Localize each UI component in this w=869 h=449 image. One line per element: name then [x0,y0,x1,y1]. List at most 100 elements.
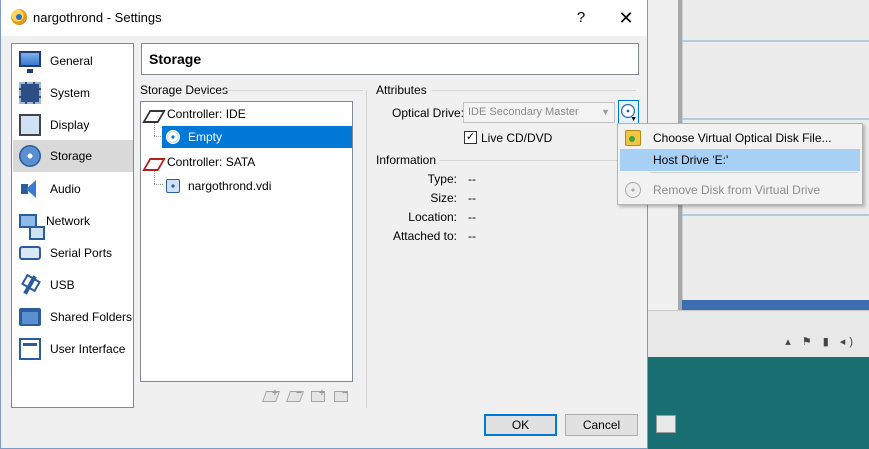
help-button[interactable]: ? [567,4,595,32]
category-label: User Interface [50,342,126,356]
category-audio[interactable]: Audio [13,173,133,205]
folder-icon [19,308,41,326]
storage-devices-label: Storage Devices [140,83,229,97]
attributes-label: Attributes [376,83,427,97]
tree-item-empty-optical[interactable]: Empty [162,126,352,148]
tree-item-hard-disk[interactable]: nargothrond.vdi [162,175,350,197]
title-bar[interactable]: nargothrond - Settings ? ✕ [1,0,647,36]
category-shared-folders[interactable]: Shared Folders [13,301,133,333]
category-network[interactable]: Network [13,205,133,240]
divider [221,90,363,91]
divider [431,90,636,91]
info-size-label: Size: [430,191,457,205]
category-usb[interactable]: USB [13,269,133,301]
category-label: Shared Folders [50,310,133,324]
information-label: Information [376,153,437,167]
remove-attachment-button[interactable]: − [334,388,350,404]
info-location-value: -- [468,210,476,224]
category-label: Network [46,214,91,228]
system-tray: ▴ ⚑ ▮ ◂) [648,310,869,357]
live-cd-label: Live CD/DVD [481,131,553,145]
info-attached-to-label: Attached to: [392,229,457,243]
page-title: Storage [149,51,202,67]
plus-glyph: + [319,388,325,399]
tree-item-label: Controller: SATA [167,155,256,169]
desktop-background [648,357,869,449]
tree-item-label: Controller: IDE [167,107,246,121]
category-label: General [50,54,93,68]
background-window-stripe [682,118,869,120]
chip-icon [19,82,41,104]
info-type-label: Type: [427,172,457,186]
tree-item-controller-sata[interactable]: Controller: SATA [145,151,350,173]
divider [366,90,367,408]
chevron-down-icon: ▼ [601,107,610,117]
menu-item-label: Remove Disk from Virtual Drive [653,183,821,197]
tree-item-controller-ide[interactable]: Controller: IDE [145,103,350,125]
background-window-stripe [682,40,869,42]
category-user-interface[interactable]: User Interface [13,333,133,365]
category-serial-ports[interactable]: Serial Ports [13,237,133,269]
ok-button[interactable]: OK [484,414,557,436]
info-type-value: -- [468,172,476,186]
status-bar-icon[interactable] [656,415,676,433]
dropdown-arrow-icon: ▼ [630,116,637,123]
info-attached-to-value: -- [468,229,476,243]
menu-icon-placeholder [625,152,641,168]
minus-glyph: − [342,388,348,399]
category-label: Serial Ports [50,246,113,260]
hard-disk-icon [166,179,180,193]
optical-disc-icon [166,130,180,144]
add-attachment-button[interactable]: + [311,388,327,404]
plus-glyph: + [272,388,278,399]
user-interface-icon [19,338,41,360]
category-label: Display [50,118,90,132]
menu-item-label: Host Drive 'E:' [653,153,729,167]
choose-disk-file-icon [625,130,641,146]
window-title: nargothrond - Settings [33,10,162,25]
close-button[interactable]: ✕ [607,4,645,32]
virtualbox-app-icon [11,9,27,25]
disk-icon [19,145,41,167]
remove-disk-icon [625,182,641,198]
add-controller-button[interactable]: + [261,388,281,404]
category-system[interactable]: System [13,77,133,109]
sata-controller-icon [145,156,161,168]
menu-item-choose-disk-file[interactable]: Choose Virtual Optical Disk File... [620,127,860,149]
tree-item-label: Empty [188,130,223,144]
remove-controller-button[interactable]: − [285,388,305,404]
usb-icon [19,274,41,296]
category-list: General System Display Storage Audio Net… [11,43,134,408]
category-general[interactable]: General [13,45,133,77]
ide-controller-icon [145,108,161,120]
speaker-icon [19,178,41,200]
optical-disk-menu: Choose Virtual Optical Disk File... Host… [617,123,863,205]
optical-drive-label: Optical Drive: [392,106,465,120]
background-window-stripe [682,214,869,216]
background-window-border [682,300,869,310]
category-label: USB [50,278,75,292]
menu-item-remove-disk[interactable]: Remove Disk from Virtual Drive [620,179,860,201]
monitor-icon [19,51,41,73]
network-icon [19,214,45,240]
divider [439,160,619,161]
optical-drive-select[interactable]: IDE Secondary Master ▼ [463,102,615,123]
tray-icons: ▴ ⚑ ▮ ◂) [785,336,857,348]
minus-glyph: − [296,388,302,399]
settings-dialog: nargothrond - Settings ? ✕ General Syste… [0,0,648,449]
category-display[interactable]: Display [13,109,133,141]
category-label: Storage [50,149,93,163]
info-size-value: -- [468,191,476,205]
menu-separator [650,172,858,173]
menu-item-label: Choose Virtual Optical Disk File... [653,131,832,145]
serial-port-icon [19,246,41,260]
page-header: Storage [141,43,639,75]
menu-item-host-drive[interactable]: Host Drive 'E:' [620,149,860,171]
live-cd-checkbox[interactable]: ✓ [464,131,477,144]
storage-tree[interactable]: Controller: IDE Empty Controller: SATA n… [140,101,353,382]
choose-disk-button[interactable]: ▼ [618,100,639,124]
cancel-button[interactable]: Cancel [565,414,638,436]
optical-drive-value: IDE Secondary Master [468,106,579,118]
category-storage[interactable]: Storage [13,140,133,172]
display-icon [19,114,41,136]
